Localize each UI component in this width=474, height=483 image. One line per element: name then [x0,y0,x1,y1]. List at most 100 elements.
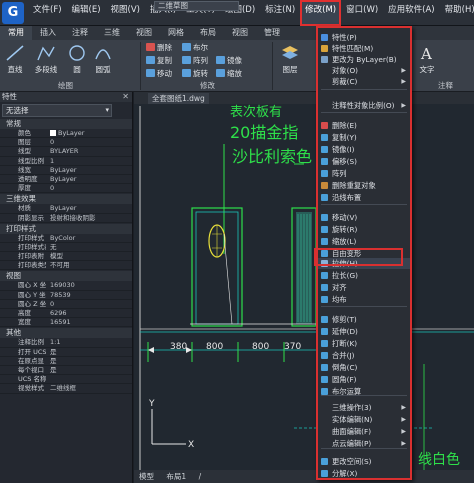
menu-file[interactable]: 文件(F) [28,0,67,26]
model-tab[interactable]: 模型 [134,470,159,483]
section-header[interactable]: 三维效果 [0,194,132,205]
property-row[interactable]: 打开 UCS 是 [0,348,132,357]
menu-item[interactable]: 偏移(S) [318,156,410,167]
menu-view[interactable]: 视图(V) [106,0,145,26]
menu-item[interactable]: 更改空间(S) [318,456,410,467]
menu-item[interactable]: 圆角(F) [318,374,410,385]
property-row[interactable]: 宽度 16591 [0,318,132,328]
section-header[interactable]: 视图 [0,271,132,282]
section-header[interactable]: 打印样式 [0,223,132,234]
property-row[interactable]: 线型 BYLAYER [0,147,132,157]
menu-item[interactable]: 修剪(T) [318,314,410,325]
ribbon-tab[interactable]: 布局 [192,26,224,40]
menu-item[interactable]: 删除(E) [318,120,410,131]
polyline-tool-button[interactable]: 多段线 [30,44,62,75]
menu-item[interactable]: 注释性对象比例(O) ▶ [318,100,410,111]
menu-item[interactable]: 三维操作(3) ▶ [318,402,410,413]
line-tool-button[interactable]: 直线 [2,44,28,75]
property-row[interactable]: 在原点显是 [0,357,132,366]
document-tab[interactable]: 全套图纸1.dwg [148,93,209,104]
property-row[interactable]: 圆心 X 坐标 169030 [0,281,132,291]
mirror-button[interactable]: 镜像 [216,55,242,66]
property-row[interactable]: 打印表附 模型 [0,252,132,262]
move-button[interactable]: 移动 [146,68,172,79]
menu-item[interactable]: 延伸(D) [318,326,410,337]
menu-item[interactable]: 实体编辑(N) ▶ [318,414,410,425]
property-row[interactable]: 材质 ByLayer [0,204,132,214]
menu-item[interactable]: 特性匹配(M) [318,43,410,54]
property-row[interactable]: 线宽 ByLayer [0,166,132,175]
property-row[interactable]: 打印表类型不可用 [0,261,132,271]
ribbon-tab[interactable]: 管理 [256,26,288,40]
property-row[interactable]: UCS 名称 [0,375,132,385]
property-row[interactable]: 厚度 0 [0,184,132,194]
menu-item[interactable]: 删除重复对象 [318,180,410,191]
ribbon-tab[interactable]: 常用 [0,26,32,40]
property-row[interactable]: 图层 0 [0,138,132,148]
text-button[interactable]: A 文字 [414,44,440,75]
layout-tab[interactable]: 布局1 [161,470,191,483]
menu-item[interactable]: 曲面编辑(F) ▶ [318,426,410,437]
property-row[interactable]: 每个视口是 [0,366,132,376]
menu-item[interactable]: 移动(V) [318,212,410,223]
property-row[interactable]: 线型比例 1 [0,157,132,166]
menu-item[interactable]: 复制(Y) [318,132,410,143]
property-row[interactable]: 高度 6296 [0,309,132,319]
menu-dimension[interactable]: 标注(N) [260,0,300,26]
boolean-button[interactable]: 布尔 [182,42,208,53]
copy-button[interactable]: 复制 [146,55,172,66]
menu-item[interactable]: 均布 [318,294,410,305]
menu-item[interactable]: 对象(O) ▶ [318,65,410,76]
ribbon-tab[interactable]: 注释 [64,26,96,40]
circle-tool-button[interactable]: 圆 [64,44,90,75]
arc-tool-button[interactable]: 圆弧 [90,44,116,75]
layer-button[interactable]: 图层 [277,44,303,75]
menu-edit[interactable]: 编辑(E) [67,0,106,26]
rotate-button[interactable]: 旋转 [182,68,208,79]
ribbon-tab[interactable] [288,26,304,40]
menu-item[interactable]: 旋转(R) [318,224,410,235]
ribbon-tab[interactable]: 视图 [224,26,256,40]
property-row[interactable]: 注释比例 1:1 [0,338,132,348]
menu-item[interactable]: 打断(K) [318,338,410,349]
property-row[interactable]: 打印样式表无 [0,243,132,253]
menu-item[interactable]: 合并(J) [318,350,410,361]
scale-button[interactable]: 缩放 [216,68,242,79]
menu-modify[interactable]: 修改(M) [300,0,342,26]
ribbon-tab[interactable]: 网格 [160,26,192,40]
close-icon[interactable]: ✕ [122,92,129,102]
selection-dropdown[interactable]: 无选择 ▾ [2,104,112,117]
menu-item[interactable]: 特性(P) [318,32,410,43]
array-button[interactable]: 阵列 [182,55,208,66]
app-logo[interactable]: G [2,2,24,24]
property-row[interactable]: 阴影显示 投射和接收阴影 [0,214,132,223]
ribbon-tab[interactable]: 视图 [128,26,160,40]
menu-item[interactable]: 对齐 [318,282,410,293]
property-row[interactable]: 圆心 Z 坐标 0 [0,300,132,309]
section-header[interactable]: 常规 [0,119,132,129]
property-row[interactable]: 颜色 ByLayer [0,129,132,139]
menu-item[interactable]: 拉长(G) [318,270,410,281]
menu-item[interactable]: 剪裁(C) ▶ [318,76,410,87]
ribbon-tab[interactable]: 三维 [96,26,128,40]
property-row[interactable]: 透明度 ByLayer [0,175,132,185]
menu-item[interactable]: 镜像(I) [318,144,410,155]
property-row[interactable]: 圆心 Y 坐标 78539 [0,291,132,300]
erase-button[interactable]: 删除 [146,42,172,53]
menu-item[interactable]: 更改为 ByLayer(B) [318,54,410,65]
drawing-canvas[interactable]: 表次板有 20描金指 沙比利索色 线白色 380 800 800 370 Y X [134,104,474,470]
menu-item[interactable]: 沿线布置 [318,192,410,203]
menu-item[interactable]: 倒角(C) [318,362,410,373]
property-row[interactable]: 视觉样式 二维线框 [0,384,132,394]
menu-help[interactable]: 帮助(H) [440,0,474,26]
menu-item[interactable]: 缩放(L) [318,236,410,247]
add-layout-tab[interactable]: / [194,470,207,483]
dimension-label: 800 [252,342,269,352]
menu-item[interactable]: 阵列 [318,168,410,179]
section-header[interactable]: 其他 [0,328,132,339]
menu-apps[interactable]: 应用软件(A) [383,0,439,26]
menu-window[interactable]: 窗口(W) [341,0,383,26]
ribbon-tab[interactable]: 插入 [32,26,64,40]
property-row[interactable]: 打印样式 ByColor [0,234,132,243]
menu-item[interactable]: 分解(X) [318,468,410,479]
